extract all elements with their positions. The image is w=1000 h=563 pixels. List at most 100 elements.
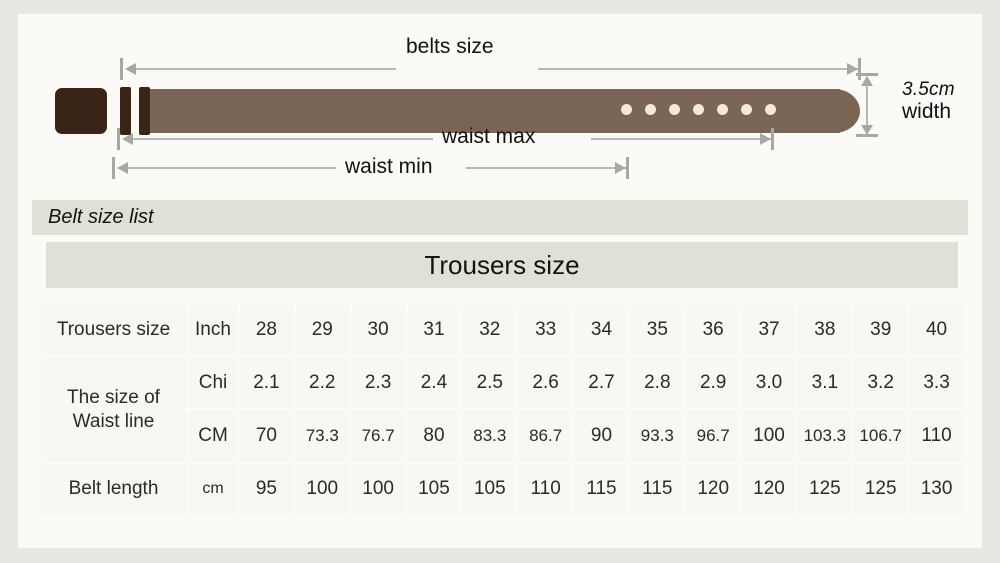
waist-max-line-right	[591, 138, 771, 140]
cell-trousers-1: 29	[295, 305, 349, 355]
belts-size-left-tick	[120, 58, 123, 80]
cell-trousers-5: 33	[519, 305, 573, 355]
cell-chi-0: 2.1	[240, 358, 293, 408]
cell-trousers-9: 37	[742, 305, 796, 355]
waist-max-arrow-left	[122, 133, 133, 145]
cell-trousers-8: 36	[686, 305, 740, 355]
cell-trousers-7: 35	[630, 305, 684, 355]
row-unit-cm-belt: cm	[189, 464, 237, 514]
belt-tip	[814, 89, 860, 133]
waist-min-line-right	[466, 167, 626, 169]
width-arrow-down	[861, 125, 873, 135]
cell-cm-12: 110	[910, 411, 963, 461]
belts-size-line-left	[136, 68, 396, 70]
cell-trousers-3: 31	[407, 305, 461, 355]
cell-trousers-12: 40	[910, 305, 963, 355]
size-table: Trousers size Inch 28 29 30 31 32 33 34 …	[38, 302, 966, 517]
belt-diagram: belts size 3.5cm width waist max waist m…	[18, 14, 982, 192]
belt-hole	[741, 104, 752, 115]
cell-chi-5: 2.6	[519, 358, 573, 408]
cell-cm-1: 73.3	[295, 411, 349, 461]
belt-size-list-band: Belt size list	[32, 200, 968, 235]
cell-belt-4: 105	[463, 464, 517, 514]
waist-min-label: waist min	[345, 155, 433, 178]
cell-cm-3: 80	[407, 411, 461, 461]
cell-chi-3: 2.4	[407, 358, 461, 408]
row-header-waist-line: The size of Waist line	[41, 358, 186, 461]
belt-keeper-loop-1	[120, 87, 131, 135]
cell-chi-6: 2.7	[575, 358, 628, 408]
waist-max-right-tick	[771, 128, 774, 150]
cell-cm-6: 90	[575, 411, 628, 461]
belts-size-line-right	[538, 68, 858, 70]
cell-chi-12: 3.3	[910, 358, 963, 408]
cell-trousers-0: 28	[240, 305, 293, 355]
belt-hole	[669, 104, 680, 115]
row-unit-inch: Inch	[189, 305, 237, 355]
belt-hole	[645, 104, 656, 115]
waist-min-left-tick	[112, 157, 115, 179]
table-row: The size of Waist line Chi 2.1 2.2 2.3 2…	[41, 358, 963, 461]
row-header-trousers-size: Trousers size	[41, 305, 186, 355]
cell-belt-1: 100	[295, 464, 349, 514]
cell-trousers-11: 39	[854, 305, 908, 355]
table-row: Trousers size Inch 28 29 30 31 32 33 34 …	[41, 305, 963, 355]
cell-cm-4: 83.3	[463, 411, 517, 461]
belts-size-arrow-left	[125, 63, 136, 75]
cell-belt-10: 125	[798, 464, 852, 514]
cell-belt-7: 115	[630, 464, 684, 514]
cell-cm-5: 86.7	[519, 411, 573, 461]
cell-belt-6: 115	[575, 464, 628, 514]
belt-keeper-loop-2	[139, 87, 150, 135]
row-header-belt-length: Belt length	[41, 464, 186, 514]
waist-min-arrow-right	[615, 162, 626, 174]
waist-header-line-2: Waist line	[72, 410, 155, 432]
cell-cm-9: 100	[742, 411, 796, 461]
row-unit-chi: Chi	[189, 358, 237, 408]
waist-min-arrow-left	[117, 162, 128, 174]
waist-header-line-1: The size of	[67, 386, 160, 408]
cell-belt-12: 130	[910, 464, 963, 514]
belt-size-list-label: Belt size list	[48, 206, 154, 228]
belt-hole	[717, 104, 728, 115]
cell-chi-9: 3.0	[742, 358, 796, 408]
cell-cm-8: 96.7	[686, 411, 740, 461]
belt-hole	[765, 104, 776, 115]
trousers-size-label: Trousers size	[424, 249, 580, 280]
content-panel: belts size 3.5cm width waist max waist m…	[18, 14, 982, 548]
waist-max-arrow-right	[760, 133, 771, 145]
cell-chi-11: 3.2	[854, 358, 908, 408]
cell-cm-11: 106.7	[854, 411, 908, 461]
width-arrow-up	[861, 76, 873, 86]
belt-buckle	[55, 88, 107, 134]
row-unit-cm-waist: CM	[189, 411, 237, 461]
cell-cm-0: 70	[240, 411, 293, 461]
cell-belt-8: 120	[686, 464, 740, 514]
cell-belt-9: 120	[742, 464, 796, 514]
trousers-size-band: Trousers size	[46, 242, 958, 288]
cell-chi-10: 3.1	[798, 358, 852, 408]
waist-min-right-tick	[626, 157, 629, 179]
cell-belt-5: 110	[519, 464, 573, 514]
waist-max-line-left	[133, 138, 433, 140]
cell-chi-8: 2.9	[686, 358, 740, 408]
width-label: 3.5cm width	[902, 79, 955, 123]
table-row: Belt length cm 95 100 100 105 105 110 11…	[41, 464, 963, 514]
cell-belt-3: 105	[407, 464, 461, 514]
cell-trousers-2: 30	[351, 305, 405, 355]
cell-trousers-6: 34	[575, 305, 628, 355]
cell-belt-11: 125	[854, 464, 908, 514]
cell-cm-2: 76.7	[351, 411, 405, 461]
cell-cm-10: 103.3	[798, 411, 852, 461]
cell-trousers-10: 38	[798, 305, 852, 355]
cell-belt-2: 100	[351, 464, 405, 514]
cell-chi-4: 2.5	[463, 358, 517, 408]
width-unit: width	[902, 99, 952, 123]
cell-belt-0: 95	[240, 464, 293, 514]
waist-min-line-left	[128, 167, 336, 169]
waist-max-label: waist max	[442, 125, 536, 148]
cell-chi-1: 2.2	[295, 358, 349, 408]
cell-chi-7: 2.8	[630, 358, 684, 408]
belt-hole	[621, 104, 632, 115]
cell-chi-2: 2.3	[351, 358, 405, 408]
